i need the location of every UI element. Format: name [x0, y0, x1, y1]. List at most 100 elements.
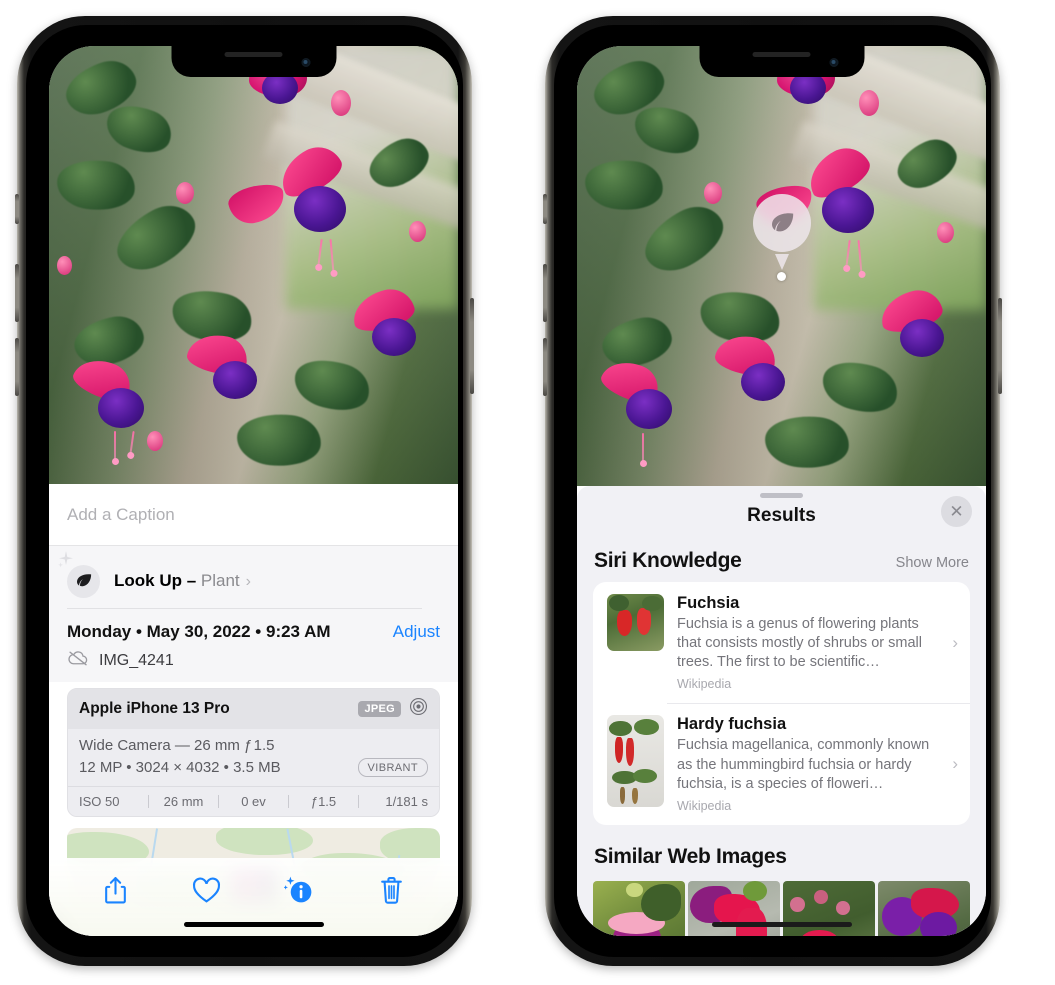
- info-sparkle-icon[interactable]: [284, 876, 315, 905]
- photo-flower-core: [372, 317, 417, 356]
- photo-filename: IMG_4241: [99, 651, 174, 669]
- photo-flower-core: [789, 72, 826, 105]
- leaf-badge-circle: [67, 564, 100, 598]
- heart-icon[interactable]: [192, 877, 221, 904]
- photo-flower-core: [212, 361, 257, 400]
- exif-shutter: 1/181 s: [385, 794, 428, 809]
- photo-metadata-block: Monday • May 30, 2022 • 9:23 AM Adjust I…: [49, 609, 458, 682]
- photo-flower-core: [822, 186, 875, 233]
- knowledge-title: Hardy fuchsia: [677, 715, 787, 734]
- web-image-4[interactable]: [878, 880, 970, 936]
- siri-knowledge-card: Fuchsia Fuchsia is a genus of flowering …: [593, 582, 970, 825]
- visual-lookup-anchor-dot: [777, 272, 786, 281]
- photo-viewer-right[interactable]: [577, 46, 986, 486]
- chevron-right-icon: ›: [952, 632, 958, 652]
- knowledge-row[interactable]: Fuchsia Fuchsia is a genus of flowering …: [593, 582, 970, 703]
- volume-down-button[interactable]: [543, 338, 547, 396]
- section-title: Similar Web Images: [594, 844, 787, 868]
- volume-up-button[interactable]: [543, 264, 547, 322]
- aperture-icon: [409, 697, 428, 721]
- knowledge-thumbnail: [607, 594, 664, 651]
- web-image-2[interactable]: [688, 880, 780, 936]
- screenshot-canvas: Add a Caption Look Up – Plant › Monday •…: [0, 0, 1055, 985]
- adjust-button[interactable]: Adjust: [393, 622, 440, 642]
- exif-iso: ISO 50: [79, 794, 120, 809]
- camera-card-body: Wide Camera — 26 mm ƒ 1.5 12 MP • 3024 ×…: [68, 729, 439, 786]
- volume-up-button[interactable]: [15, 264, 19, 322]
- knowledge-thumbnail: [607, 715, 664, 808]
- photo-flower-core: [900, 318, 945, 357]
- knowledge-description: Fuchsia is a genus of flowering plants t…: [677, 616, 922, 671]
- chevron-right-icon: ›: [952, 754, 958, 774]
- cloud-slash-icon: [67, 649, 90, 672]
- visual-lookup-results-sheet: Results ✕ Siri Knowledge Show More Fuchs…: [577, 486, 986, 936]
- photo-flower-core: [740, 362, 785, 401]
- knowledge-source: Wikipedia: [677, 798, 732, 813]
- knowledge-text: Hardy fuchsia Fuchsia magellanica, commo…: [664, 715, 952, 812]
- notch-left: [171, 46, 336, 77]
- visual-lookup-badge[interactable]: [753, 194, 811, 270]
- trash-icon[interactable]: [379, 876, 404, 905]
- show-more-button[interactable]: Show More: [896, 555, 969, 571]
- results-title: Results: [747, 505, 816, 526]
- leaf-icon: [76, 574, 91, 587]
- front-camera-icon: [829, 58, 838, 67]
- bezel-left: Add a Caption Look Up – Plant › Monday •…: [26, 25, 463, 957]
- caption-field[interactable]: Add a Caption: [49, 484, 458, 546]
- exif-focal: 26 mm: [163, 794, 204, 809]
- screen-left: Add a Caption Look Up – Plant › Monday •…: [49, 46, 458, 936]
- share-icon[interactable]: [103, 876, 128, 905]
- close-icon[interactable]: ✕: [941, 496, 972, 527]
- bezel-right: Results ✕ Siri Knowledge Show More Fuchs…: [554, 25, 991, 957]
- photo-flower-core: [98, 387, 145, 428]
- siri-knowledge-header: Siri Knowledge Show More: [577, 529, 986, 582]
- side-power-button[interactable]: [998, 298, 1002, 394]
- home-indicator[interactable]: [711, 922, 852, 927]
- camera-info-card: Apple iPhone 13 Pro JPEG Wide Camera — 2…: [67, 688, 440, 817]
- knowledge-source: Wikipedia: [677, 677, 732, 692]
- photo-flower-core: [261, 72, 298, 105]
- sparkle-icon: [58, 551, 75, 568]
- photographic-style-badge: VIBRANT: [357, 758, 428, 777]
- earpiece-speaker: [224, 52, 283, 57]
- home-indicator[interactable]: [183, 922, 324, 927]
- leaf-icon: [771, 212, 793, 231]
- badge-pointer: [775, 254, 789, 270]
- web-image-3[interactable]: [783, 880, 875, 936]
- earpiece-speaker: [752, 52, 811, 57]
- results-header: Results ✕: [577, 496, 986, 529]
- section-title: Siri Knowledge: [594, 549, 742, 572]
- photo-bud: [408, 221, 426, 243]
- similar-web-images-header: Similar Web Images: [577, 825, 986, 878]
- chevron-right-icon: ›: [245, 573, 251, 590]
- camera-exif-row: ISO 50 26 mm 0 ev ƒ1.5 1/181 s: [68, 786, 439, 816]
- photo-bud: [331, 89, 352, 116]
- look-up-subject: Plant: [200, 571, 240, 590]
- photo-bud: [936, 222, 954, 243]
- front-camera-icon: [301, 58, 310, 67]
- look-up-prefix: Look Up –: [114, 571, 201, 590]
- exif-ev: 0 ev: [241, 794, 266, 809]
- caption-placeholder: Add a Caption: [67, 504, 175, 524]
- screen-right: Results ✕ Siri Knowledge Show More Fuchs…: [577, 46, 986, 936]
- look-up-row[interactable]: Look Up – Plant ›: [58, 551, 440, 604]
- similar-web-images-strip[interactable]: [577, 878, 986, 936]
- look-up-label: Look Up – Plant ›: [114, 571, 251, 591]
- iphone-right: Results ✕ Siri Knowledge Show More Fuchs…: [543, 16, 1002, 966]
- format-badge: JPEG: [358, 701, 401, 717]
- web-image-1[interactable]: [593, 880, 685, 936]
- silence-switch[interactable]: [15, 194, 19, 224]
- volume-down-button[interactable]: [15, 338, 19, 396]
- photo-date: Monday • May 30, 2022 • 9:23 AM: [67, 622, 331, 641]
- camera-lens: Wide Camera — 26 mm ƒ 1.5: [79, 737, 275, 754]
- photo-bud: [175, 181, 194, 204]
- exif-aperture: ƒ1.5: [310, 794, 337, 809]
- iphone-left: Add a Caption Look Up – Plant › Monday •…: [15, 16, 474, 966]
- side-power-button[interactable]: [470, 298, 474, 394]
- photo-viewer-left[interactable]: [49, 46, 458, 484]
- silence-switch[interactable]: [543, 194, 547, 224]
- knowledge-text: Fuchsia Fuchsia is a genus of flowering …: [664, 594, 952, 691]
- knowledge-row[interactable]: Hardy fuchsia Fuchsia magellanica, commo…: [593, 703, 970, 824]
- look-up-block: Look Up – Plant ›: [49, 546, 458, 609]
- camera-resolution: 12 MP • 3024 × 4032 • 3.5 MB: [79, 759, 281, 776]
